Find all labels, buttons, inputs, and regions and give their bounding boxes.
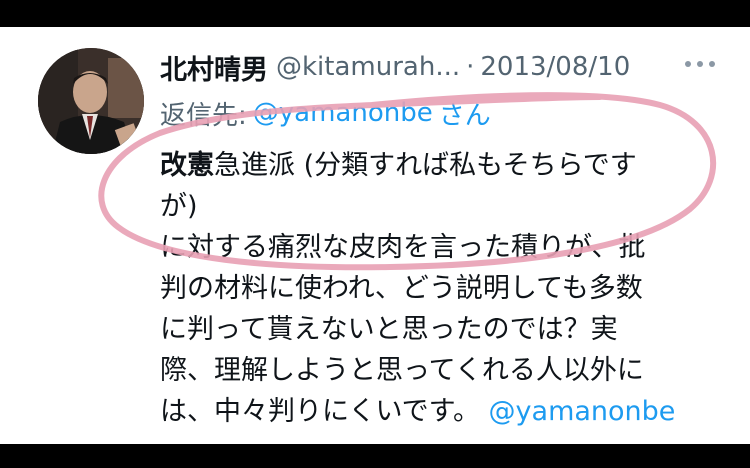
body-text-span: 急進派 (分類すれば私もそちらです: [214, 150, 637, 181]
body-line: 際、理解しようと思ってくれる人以外に: [160, 355, 644, 386]
avatar-photo: [38, 48, 144, 154]
author-handle[interactable]: @kitamurah...: [276, 52, 460, 82]
reply-to-line: 返信先: @yamanonbe さん: [160, 93, 491, 133]
body-line: に判って貰えないと思ったのでは？実: [160, 314, 618, 345]
tweet-date[interactable]: 2013/08/10: [480, 52, 630, 82]
body-line: が): [160, 191, 198, 222]
screenshot-frame: 北村晴男 @kitamurah... · 2013/08/10 返信先: @ya…: [0, 0, 750, 468]
avatar[interactable]: [38, 48, 144, 154]
reply-suffix: さん: [438, 100, 491, 131]
emphasized-text: 改憲: [160, 150, 214, 181]
reply-user-link[interactable]: @yamanonbe: [253, 98, 433, 128]
body-line: 判の材料に使われ、どう説明しても多数: [160, 273, 643, 304]
body-text-span: は、中々判りにくいです。: [160, 396, 480, 427]
body-line: は、中々判りにくいです。 @yamanonbe: [160, 391, 720, 432]
tweet-header: 北村晴男 @kitamurah... · 2013/08/10: [160, 47, 720, 87]
body-line: 改憲急進派 (分類すれば私もそちらです: [160, 145, 720, 186]
author-name[interactable]: 北村晴男: [160, 48, 268, 87]
ellipsis-icon[interactable]: [682, 49, 718, 86]
tweet-card[interactable]: 北村晴男 @kitamurah... · 2013/08/10 返信先: @ya…: [0, 27, 750, 444]
separator: ·: [466, 52, 475, 82]
tweet-body: 改憲急進派 (分類すれば私もそちらです が) に対する痛烈な皮肉を言った積りが、…: [160, 145, 720, 432]
body-line: に対する痛烈な皮肉を言った積りが、批: [160, 232, 646, 263]
mention-link[interactable]: @yamanonbe: [489, 396, 676, 427]
reply-label: 返信先:: [160, 100, 247, 131]
